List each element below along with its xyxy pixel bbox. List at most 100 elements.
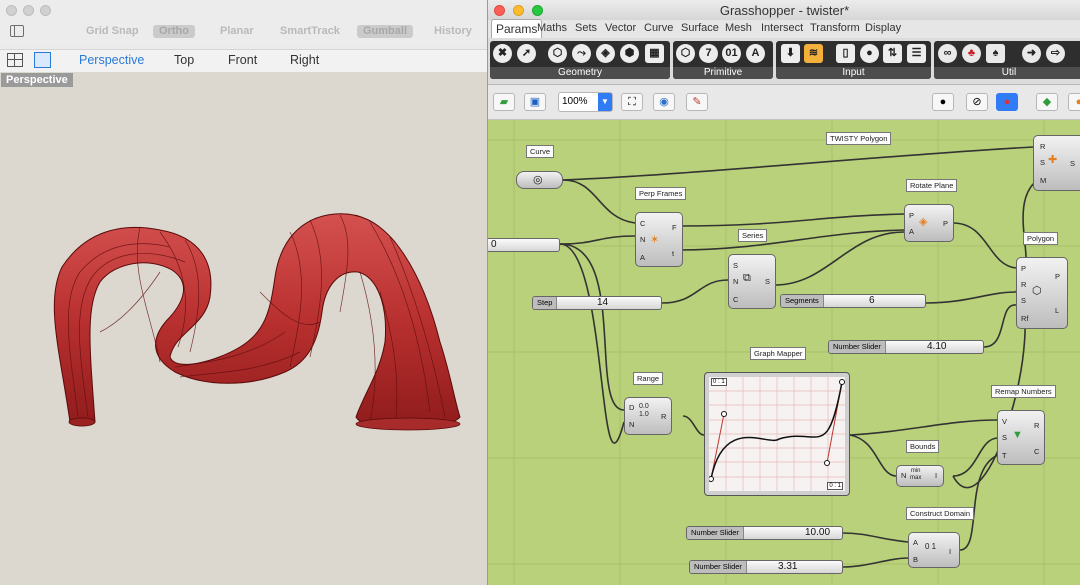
minimize-button[interactable] (23, 5, 34, 16)
port-m[interactable]: M (1040, 176, 1046, 185)
zoom-extents-icon[interactable]: ⛶ (621, 93, 643, 111)
zoom-button[interactable] (40, 5, 51, 16)
text-param-icon[interactable]: A (746, 44, 765, 63)
sidebar-toggle-icon[interactable] (10, 25, 24, 37)
tab-params[interactable]: Params (491, 19, 543, 38)
port-s[interactable]: S (733, 261, 738, 270)
polygon-component[interactable]: P R S Rf P L ⬡ (1016, 257, 1068, 329)
number-slider-410[interactable]: Number Slider 4.10 (828, 340, 984, 354)
port-a[interactable]: A (909, 227, 914, 236)
port-v[interactable]: V (1002, 417, 1007, 426)
grasshopper-canvas[interactable]: TWISTY Polygon R S M S ✚ Curve ◎ Perp Fr… (488, 120, 1080, 585)
port-f[interactable]: F (672, 223, 677, 232)
arrow-outline-icon[interactable]: ⇨ (1046, 44, 1065, 63)
close-button[interactable] (6, 5, 17, 16)
import-icon[interactable]: ⬇ (781, 44, 800, 63)
mesh-param-icon[interactable]: ▦ (645, 44, 664, 63)
port-p[interactable]: P (1021, 264, 1026, 273)
tab-curve[interactable]: Curve (644, 22, 673, 34)
remap-numbers-component[interactable]: V S T R C ▼ (997, 410, 1045, 465)
port-a[interactable]: A (640, 253, 645, 262)
port-n[interactable]: N (640, 235, 645, 244)
open-file-icon[interactable]: ▰ (493, 93, 515, 111)
smarttrack-toggle[interactable]: SmartTrack (274, 25, 346, 38)
perspective-viewport[interactable]: Perspective (0, 72, 487, 585)
number-slider-zero[interactable]: 0 (488, 238, 560, 252)
port-p-out[interactable]: P (943, 219, 948, 228)
circle-param-icon[interactable]: ⬡ (548, 44, 567, 63)
port-c[interactable]: C (640, 219, 645, 228)
bake-icon[interactable]: ◆ (1036, 93, 1058, 111)
tab-right[interactable]: Right (290, 53, 319, 67)
port-rf[interactable]: Rf (1021, 314, 1029, 323)
panel-icon[interactable]: ≋ (804, 44, 823, 63)
tab-mesh[interactable]: Mesh (725, 22, 752, 34)
port-c[interactable]: C (1034, 447, 1039, 456)
port-t[interactable]: t (672, 249, 674, 258)
port-s-out[interactable]: S (765, 277, 770, 286)
twisty-polygon-cluster[interactable]: R S M S ✚ (1033, 135, 1080, 191)
tree-icon[interactable]: ♠ (986, 44, 1005, 63)
planar-toggle[interactable]: Planar (214, 25, 260, 38)
segments-slider[interactable]: Segments 6 (780, 294, 926, 308)
brep-param-icon[interactable]: ⬢ (620, 44, 639, 63)
tab-front[interactable]: Front (228, 53, 257, 67)
slider-icon[interactable]: ⇅ (883, 44, 902, 63)
history-toggle[interactable]: History (428, 25, 478, 38)
value-list-icon[interactable]: ☰ (907, 44, 926, 63)
port-p-out[interactable]: P (1055, 272, 1060, 281)
port-r[interactable]: R (1040, 142, 1045, 151)
cherry-icon[interactable]: ♣ (962, 44, 981, 63)
save-file-icon[interactable]: ▣ (524, 93, 546, 111)
series-component[interactable]: S N C S ⧉ (728, 254, 776, 309)
glasses-icon[interactable]: ∞ (938, 44, 957, 63)
arrow-right-icon[interactable]: ➜ (1022, 44, 1041, 63)
tab-sets[interactable]: Sets (575, 22, 597, 34)
port-b[interactable]: B (913, 555, 918, 564)
port-r[interactable]: R (1034, 421, 1039, 430)
point-param-icon[interactable]: ✖ (493, 44, 512, 63)
button-icon[interactable]: ● (860, 44, 879, 63)
tab-surface[interactable]: Surface (681, 22, 719, 34)
single-viewport-icon[interactable] (34, 52, 51, 68)
tab-transform[interactable]: Transform (810, 22, 860, 34)
ortho-toggle[interactable]: Ortho (153, 25, 195, 38)
preview-shaded-icon[interactable]: ● (996, 93, 1018, 111)
toggle-icon[interactable]: ▯ (836, 44, 855, 63)
port-r[interactable]: R (661, 412, 666, 421)
four-viewport-icon[interactable] (7, 53, 23, 67)
curve-param-icon[interactable]: ⤳ (572, 44, 591, 63)
port-p[interactable]: P (909, 211, 914, 220)
number-slider-331[interactable]: Number Slider 3.31 (689, 560, 843, 574)
step-slider[interactable]: Step 14 (532, 296, 662, 310)
tab-top[interactable]: Top (174, 53, 194, 67)
preview-wireframe-icon[interactable]: ● (932, 93, 954, 111)
range-component[interactable]: D N R 0.0 1.0 (624, 397, 672, 435)
tab-display[interactable]: Display (865, 22, 901, 34)
construct-domain-component[interactable]: A B I 0 1 (908, 532, 960, 568)
port-t[interactable]: T (1002, 451, 1007, 460)
number-param-icon[interactable]: 01 (722, 44, 741, 63)
surface-param-icon[interactable]: ◈ (596, 44, 615, 63)
integer-param-icon[interactable]: 7 (699, 44, 718, 63)
bounds-component[interactable]: N I min max (896, 465, 944, 487)
rotate-plane-component[interactable]: P A P ◈ (904, 204, 954, 242)
port-d[interactable]: D (629, 403, 634, 412)
perp-frames-component[interactable]: C N A F t ✶ (635, 212, 683, 267)
tab-intersect[interactable]: Intersect (761, 22, 803, 34)
curve-param[interactable]: ◎ (516, 171, 563, 189)
preview-off-icon[interactable]: ⊘ (966, 93, 988, 111)
vector-param-icon[interactable]: ➚ (517, 44, 536, 63)
number-slider-1000[interactable]: Number Slider 10.00 (686, 526, 843, 540)
port-r[interactable]: R (1021, 280, 1026, 289)
port-l[interactable]: L (1055, 306, 1059, 315)
graph-area[interactable]: 0 : 1 0 : 1 (709, 377, 845, 491)
port-i[interactable]: I (949, 547, 951, 556)
port-i[interactable]: I (935, 471, 937, 480)
tab-perspective[interactable]: Perspective (79, 53, 144, 67)
port-n[interactable]: N (733, 277, 738, 286)
zoom-select[interactable]: 100% ▼ (558, 92, 613, 112)
port-s-out[interactable]: S (1070, 159, 1075, 168)
port-s[interactable]: S (1040, 158, 1045, 167)
preview-eye-icon[interactable]: ◉ (653, 93, 675, 111)
